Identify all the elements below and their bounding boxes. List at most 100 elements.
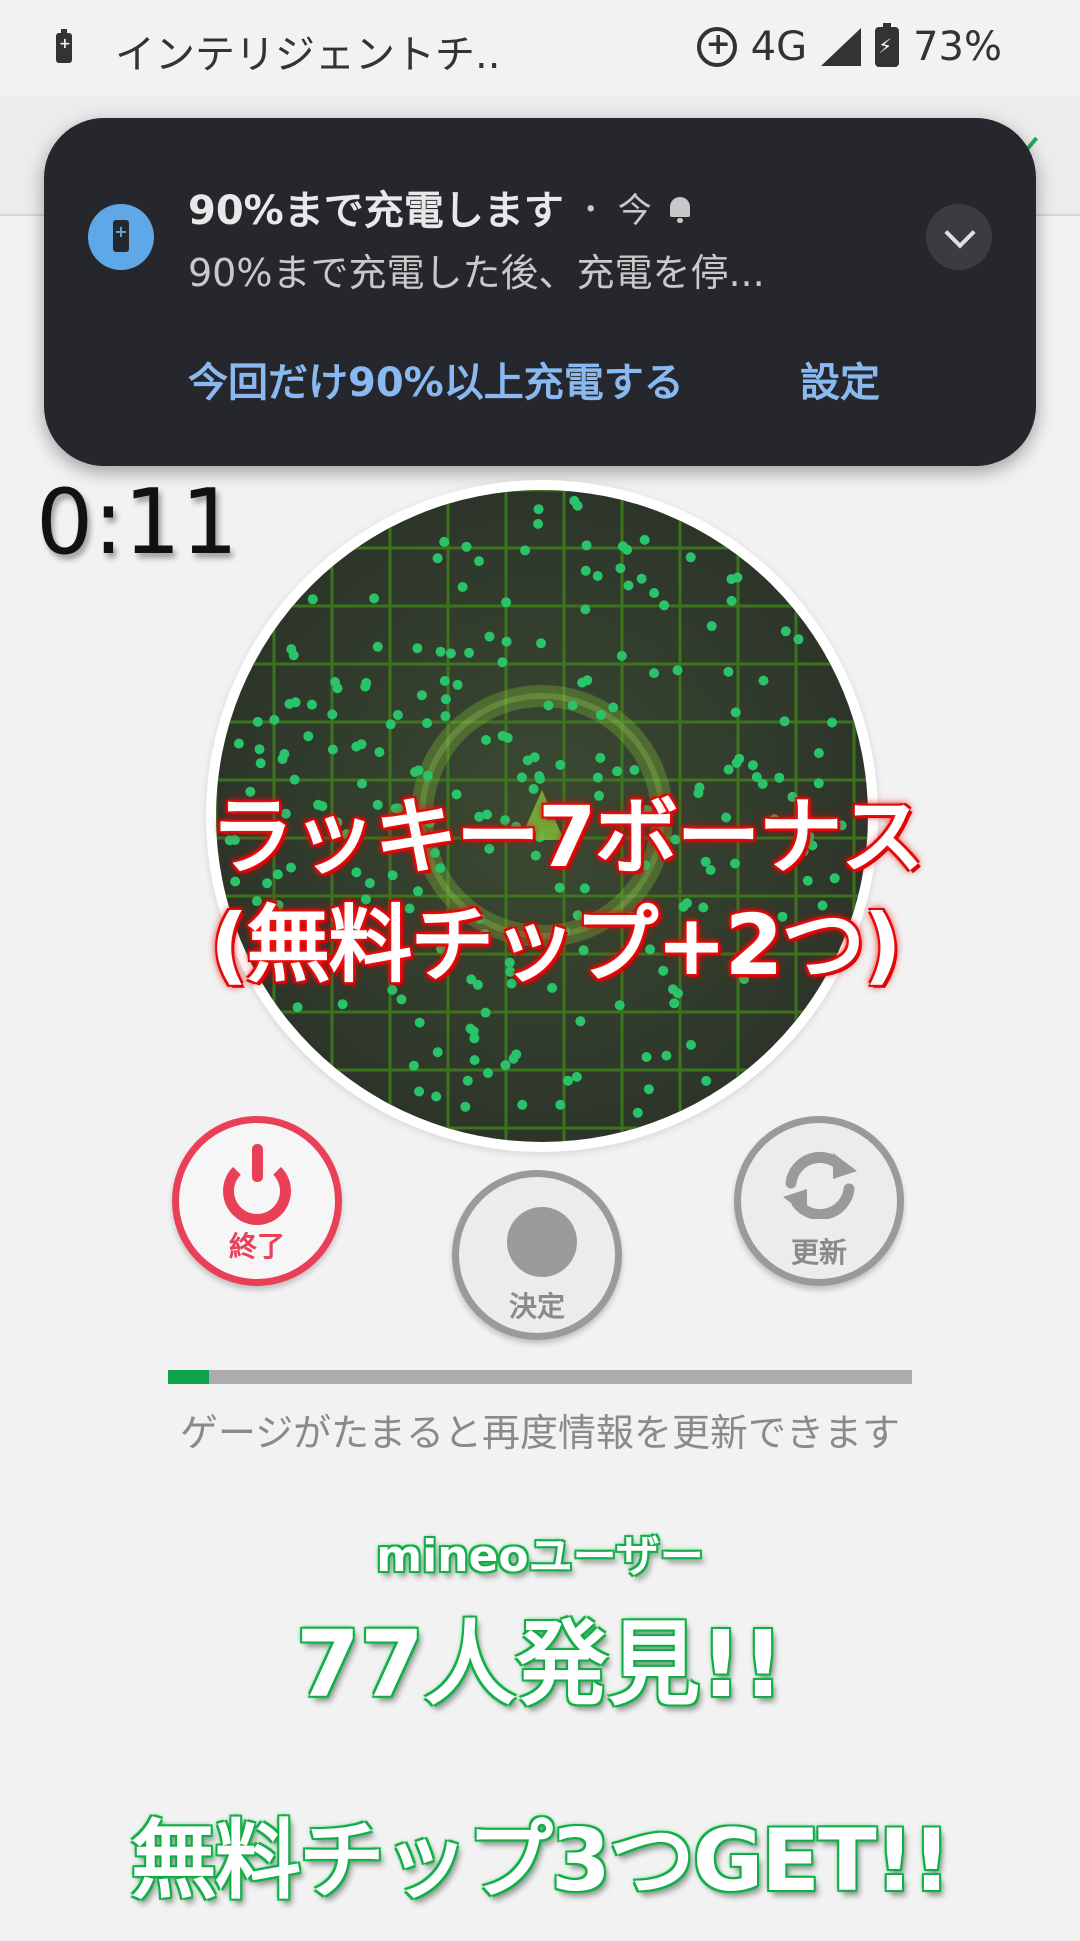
user-dot [643,1084,654,1095]
decide-button-label: 決定 [508,1290,565,1323]
battery-percent: 73% [913,24,1002,70]
user-dot [422,718,432,729]
user-dot [465,1023,476,1034]
refresh-icon [783,1151,857,1219]
user-dot [432,553,443,564]
user-dot [480,1007,491,1018]
user-dot [483,1068,493,1078]
user-dot [616,650,627,661]
user-dot [474,556,484,567]
user-dot [392,710,403,720]
user-dot [575,1016,586,1027]
user-dot [385,719,396,730]
user-dot [445,648,456,659]
user-dot [269,714,280,725]
notification-separator: ・ [575,193,606,228]
user-dot [563,1075,573,1086]
bell-icon [669,197,690,223]
user-dot [439,536,450,547]
end-button[interactable]: 終了 [172,1116,342,1286]
decide-button[interactable]: 決定 [452,1170,622,1340]
notification-title: 90%まで充電します [188,188,564,234]
user-dot [501,597,512,608]
user-dot [569,495,580,506]
user-dot [497,657,508,668]
settings-button[interactable]: 設定 [800,350,880,408]
status-indicators: 4G 73% [696,22,1002,72]
user-dot [747,760,758,771]
battery-saver-icon [56,29,72,63]
user-dot [306,699,317,710]
user-dot [706,621,717,632]
user-dot [780,626,791,637]
user-dot [254,744,265,755]
user-dot [685,552,696,563]
user-dot [284,698,295,709]
user-dot [580,565,591,576]
user-dot [659,600,670,611]
user-dot [641,1052,652,1062]
user-dot [533,518,544,529]
user-dot [649,668,660,679]
user-dot [731,758,742,768]
user-dot [571,1071,582,1082]
user-dot [327,709,338,720]
data-saver-icon [696,27,737,67]
user-dot [582,675,593,686]
user-dot [337,999,348,1010]
user-dot [669,998,680,1009]
user-dot [431,1091,442,1102]
user-dot [793,634,804,645]
user-dot [307,594,318,605]
user-dot [356,739,367,750]
expand-chevron-button[interactable] [926,204,992,270]
user-dot [732,572,743,583]
user-dot [827,717,837,728]
user-dot [543,700,554,711]
user-dot [608,702,619,713]
charging-notification[interactable]: 90%まで充電します ・ 今 90%まで充電した後、充電を停... 今回だけ90… [44,118,1036,466]
user-dot [779,716,790,727]
user-dot [452,679,463,690]
user-dot [462,1075,473,1086]
user-dot [701,1075,712,1086]
user-dot [592,571,603,581]
user-dot [649,588,660,598]
countdown-timer: 0:11 [36,470,239,575]
user-dot [408,1060,419,1071]
user-dot [529,752,540,763]
user-dot [440,711,451,722]
charge-above-90-button[interactable]: 今回だけ90%以上充電する [188,350,684,408]
user-dot [464,647,475,658]
user-dot [500,1060,511,1071]
battery-charging-icon [875,23,900,67]
user-dot [330,677,341,687]
user-dot [372,641,383,652]
user-dot [501,636,512,647]
user-dot [416,690,427,701]
notification-time: 今 [617,190,652,231]
user-dot [481,735,491,745]
user-dot [726,595,737,606]
user-dot [686,1039,696,1050]
user-dot [360,681,371,692]
user-dot [440,694,451,705]
user-dot [439,676,450,686]
user-dot [536,638,547,649]
gauge-fill [168,1370,209,1384]
user-dot [414,1086,425,1097]
user-dot [672,665,683,676]
chip-reward: 無料チップ3つGET!! [130,1811,951,1911]
user-dot [374,747,385,758]
user-dot [252,716,263,727]
user-dot [457,582,468,592]
user-dot [255,758,266,769]
refresh-button[interactable]: 更新 [734,1116,904,1286]
bonus-subtitle: (無料チップ+2つ) [210,896,902,994]
network-type: 4G [750,24,808,70]
found-count: 77人発見!! [296,1611,784,1718]
user-dot [511,1049,522,1060]
user-dot [580,604,591,615]
user-dot [533,504,544,515]
user-dot [233,738,244,749]
